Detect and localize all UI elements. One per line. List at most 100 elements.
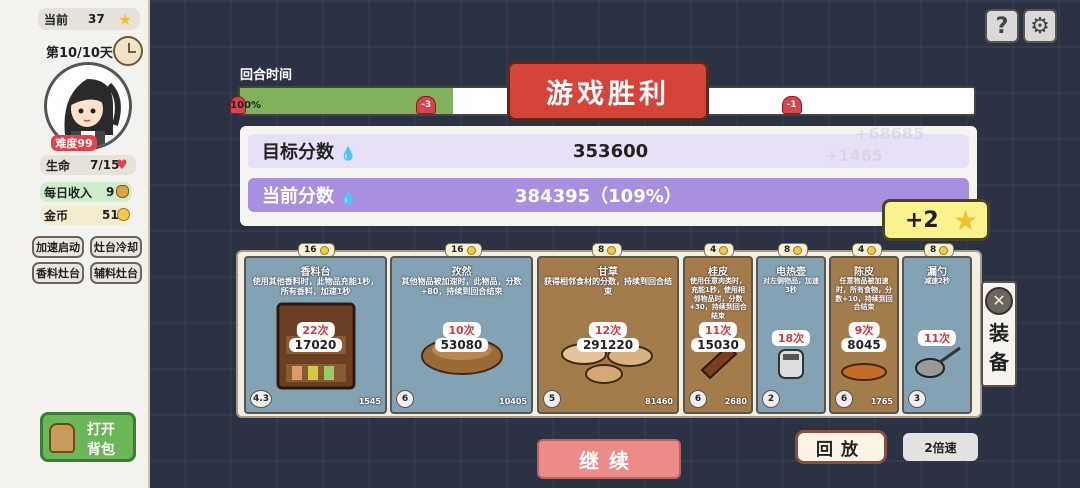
speed-start-button[interactable]: 加速启动 xyxy=(32,236,84,258)
daily-income-value: 9 xyxy=(106,185,115,199)
card-name: 电热壶 xyxy=(776,267,806,278)
stove-cooldown-button[interactable]: 灶台冷却 xyxy=(90,236,142,258)
card-corner-value: 1765 xyxy=(870,397,893,406)
timeline-marker-heart: -3 xyxy=(416,96,437,114)
help-button[interactable]: ? xyxy=(985,9,1019,43)
card-use-count: 10次 xyxy=(442,322,481,338)
spice-stove-button[interactable]: 香料灶台 xyxy=(32,262,84,284)
card-score: 8045 xyxy=(841,338,887,352)
speed-toggle-button[interactable]: 2倍速 xyxy=(903,433,978,461)
difficulty-badge: 难度99 xyxy=(51,135,97,151)
coin-icon xyxy=(319,245,329,255)
bag-button-line2: 背包 xyxy=(87,442,115,458)
card-corner-value: 1545 xyxy=(358,397,381,406)
card-level: 4.3 xyxy=(250,390,272,408)
life-pill: 生命 7/15 ♥ xyxy=(40,155,136,175)
card-name: 漏勺 xyxy=(927,267,947,278)
current-score-row: 当前分数 💧 384395（109%） xyxy=(248,178,969,212)
card-corner-value: 2680 xyxy=(724,397,747,406)
card-electric-kettle[interactable]: 电热壶 对左侧物品，加速3秒 18次 2 xyxy=(756,256,826,414)
clock-icon xyxy=(113,36,143,66)
card-licorice[interactable]: 甘草 获得相邻食材的分数，持续到回合结束 12次 291220 5 81460 xyxy=(537,256,679,414)
card-cost: 8 xyxy=(592,243,623,257)
card-tangerine-peel[interactable]: 陈皮 任意物品被加速时，所有食物，分数+10，持续到回合结束 9次 8045 6… xyxy=(829,256,899,414)
coin-icon xyxy=(867,245,877,255)
current-score-label: 当前分数 💧 xyxy=(262,186,357,207)
card-use-count: 22次 xyxy=(296,322,335,338)
card-cost: 16 xyxy=(445,243,482,257)
current-score-value: 384395（109%） xyxy=(515,186,682,207)
reward-badge: +2 ★ xyxy=(882,199,990,241)
card-description: 其他物品被加速时，此物品，分数+80，持续到回合结束 xyxy=(401,277,522,296)
bag-button-line1: 打开 xyxy=(87,422,115,438)
timeline-label: 回合时间 xyxy=(240,68,293,83)
coin-icon xyxy=(466,245,476,255)
reward-value: +2 xyxy=(905,207,939,233)
replay-button[interactable]: 回放 xyxy=(795,430,887,464)
card-name: 甘草 xyxy=(598,267,618,278)
equipment-tab-line1: 装 xyxy=(989,321,1009,345)
sidebar: 当前 37 ★ 第10/10天 难度99 生命 7/15 ♥ 每日收入 9 金币 xyxy=(0,0,150,488)
card-name: 香料台 xyxy=(300,267,331,278)
heart-icon: ♥ xyxy=(116,157,128,173)
daily-income-label: 每日收入 xyxy=(44,185,93,200)
skimmer-art xyxy=(912,344,962,380)
card-score: 291220 xyxy=(576,338,640,352)
card-level: 6 xyxy=(689,390,707,408)
settings-button[interactable]: ⚙ xyxy=(1023,9,1057,43)
current-turn-pill: 当前 37 ★ xyxy=(38,8,140,30)
floating-score-2: +1465 xyxy=(825,146,883,165)
card-score: 15030 xyxy=(691,338,745,352)
card-score: 17020 xyxy=(288,338,343,352)
card-use-count: 11次 xyxy=(698,322,738,338)
card-cost: 8 xyxy=(778,243,809,257)
card-cost: 4 xyxy=(704,243,735,257)
card-cumin[interactable]: 孜然 其他物品被加速时，此物品，分数+80，持续到回合结束 10次 53080 … xyxy=(390,256,533,414)
continue-button[interactable]: 继续 xyxy=(537,439,681,479)
card-spice-rack[interactable]: 香料台 使用其他香料时，此物品充能1秒，所有香料，加速1秒 22次 17020 … xyxy=(244,256,387,414)
coin-icon xyxy=(607,245,617,255)
question-icon: ? xyxy=(995,13,1009,39)
tangerine-peel-art xyxy=(839,358,889,382)
card-cost: 16 xyxy=(298,243,335,257)
card-cost: 8 xyxy=(924,243,955,257)
life-label: 生命 xyxy=(46,158,71,173)
card-cinnamon[interactable]: 桂皮 使用任意肉类时，充能1秒，使用相邻物品时，分数+30，持续到回合结束 11… xyxy=(683,256,753,414)
water-drop-icon: 💧 xyxy=(340,191,357,206)
card-description: 使用任意肉类时，充能1秒，使用相邻物品时，分数+30，持续到回合结束 xyxy=(689,277,747,320)
card-corner-value: 10405 xyxy=(499,397,527,406)
floating-score-1: +68685 xyxy=(855,124,925,143)
coin-icon xyxy=(117,208,130,221)
coin-icon xyxy=(719,245,729,255)
day-label: 第10/10天 xyxy=(46,46,113,61)
card-name: 孜然 xyxy=(451,267,472,278)
current-label: 当前 xyxy=(44,12,69,27)
card-use-count: 9次 xyxy=(848,322,880,338)
coins-label: 金币 xyxy=(44,208,69,223)
card-use-count: 18次 xyxy=(771,330,811,346)
card-corner-value: 81460 xyxy=(645,397,673,406)
card-level: 2 xyxy=(762,390,780,408)
open-bag-button[interactable]: 打开 背包 xyxy=(40,412,136,462)
card-description: 任意物品被加速时，所有食物，分数+10，持续到回合结束 xyxy=(835,277,893,312)
money-bag-icon xyxy=(116,185,129,198)
coin-icon xyxy=(939,245,949,255)
timeline-start-label: -100% xyxy=(226,100,262,111)
card-use-count: 12次 xyxy=(588,322,628,338)
side-stove-button[interactable]: 辅料灶台 xyxy=(90,262,142,284)
gear-icon: ⚙ xyxy=(1030,13,1050,39)
card-skimmer[interactable]: 漏勺 减速2秒 11次 3 xyxy=(902,256,972,414)
card-description: 对左侧物品，加速3秒 xyxy=(763,277,819,294)
card-score: 53080 xyxy=(434,338,489,352)
coins-pill: 金币 51 xyxy=(40,205,132,225)
star-icon: ★ xyxy=(118,9,133,29)
current-value: 37 xyxy=(88,12,105,26)
card-description: 获得相邻食材的分数，持续到回合结束 xyxy=(544,277,672,296)
crossed-tools-icon: ✕ xyxy=(985,287,1013,315)
equipment-tab[interactable]: ✕ 装 备 xyxy=(981,281,1017,387)
card-name: 桂皮 xyxy=(708,267,728,278)
kettle-art xyxy=(771,346,811,382)
card-description: 使用其他香料时，此物品充能1秒，所有香料，加速1秒 xyxy=(252,277,379,296)
target-score-value: 353600 xyxy=(573,140,649,162)
target-score-label: 目标分数 💧 xyxy=(262,142,357,163)
